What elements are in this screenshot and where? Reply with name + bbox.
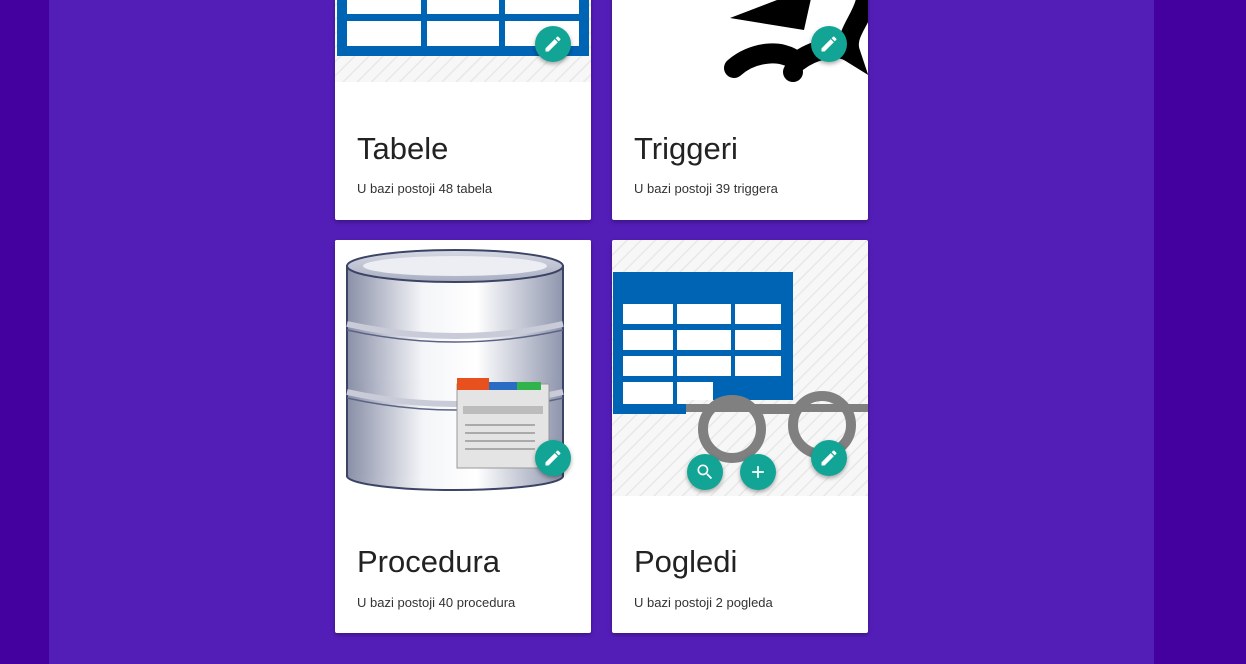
card-title: Pogledi (634, 544, 738, 579)
search-icon (697, 464, 713, 480)
search-button[interactable] (687, 454, 723, 490)
pencil-icon (545, 36, 561, 52)
edit-button[interactable] (811, 440, 847, 476)
add-button[interactable] (740, 454, 776, 490)
card-triggeri: Triggeri U bazi postoji 39 triggera (612, 0, 868, 220)
main-panel (49, 0, 1154, 664)
card-subtitle: U bazi postoji 39 triggera (634, 181, 778, 196)
card-title: Triggeri (634, 131, 738, 166)
card-procedura: Procedura U bazi postoji 40 procedura (335, 240, 591, 633)
edit-button[interactable] (535, 440, 571, 476)
pencil-icon (545, 450, 561, 466)
card-subtitle: U bazi postoji 48 tabela (357, 181, 493, 196)
card-pogledi: Pogledi U bazi postoji 2 pogleda (612, 240, 868, 633)
pencil-icon (821, 36, 837, 52)
edit-button[interactable] (535, 26, 571, 62)
card-subtitle: U bazi postoji 40 procedura (357, 595, 516, 610)
card-tabele: Tabele U bazi postoji 48 tabela (335, 0, 591, 220)
card-title: Procedura (357, 544, 501, 579)
card-title: Tabele (357, 131, 449, 166)
plus-icon (752, 466, 764, 478)
edit-button[interactable] (811, 26, 847, 62)
card-subtitle: U bazi postoji 2 pogleda (634, 595, 773, 610)
pencil-icon (821, 450, 837, 466)
